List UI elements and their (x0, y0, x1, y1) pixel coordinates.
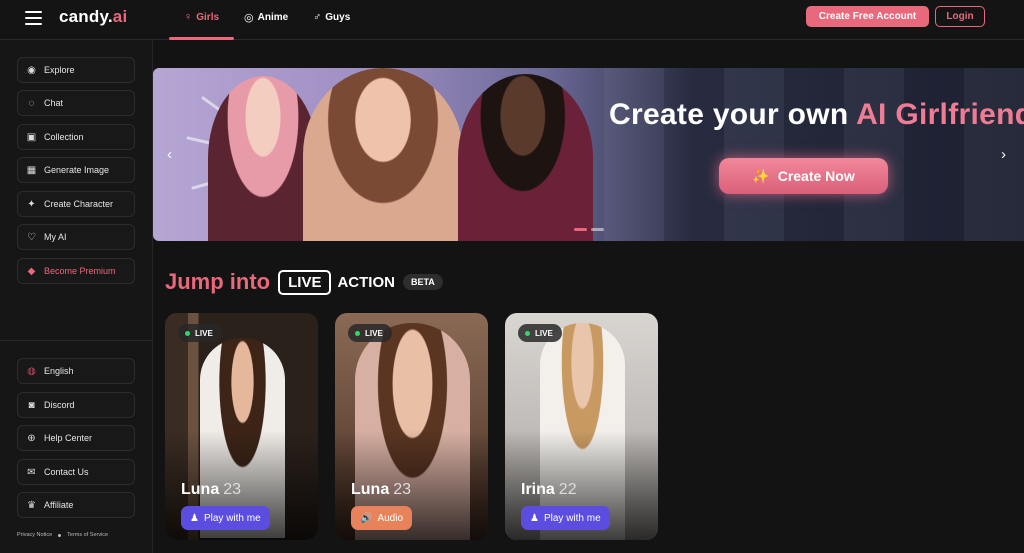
live-badge: LIVE (348, 324, 392, 342)
banner-model-right (458, 74, 593, 241)
card-name: Irina 22 (521, 481, 577, 498)
create-account-button[interactable]: Create Free Account (806, 6, 929, 27)
diamond-icon: ◆ (27, 265, 36, 277)
sidebar: ◉ Explore ◌ Chat ▣ Collection ▦ Generate Ima… (0, 40, 153, 553)
speaker-icon: 🔊 (360, 512, 373, 524)
discord-icon: ◙ (28, 399, 35, 411)
active-tab-indicator (169, 37, 234, 40)
live-badge: LIVE (178, 324, 222, 342)
live-badge: LIVE (518, 324, 562, 342)
privacy-link[interactable]: Privacy Notice (17, 532, 52, 538)
card-name: Luna 23 (351, 481, 412, 498)
play-icon: ♟ (530, 512, 539, 524)
banner-title: Create your own AI Girlfriend (609, 98, 1024, 131)
live-label: LIVE (278, 269, 332, 295)
pagination-dot[interactable] (574, 228, 587, 231)
live-card[interactable]: LIVE Luna 23 🔊 Audio (335, 313, 488, 540)
anime-icon: ◎ (244, 12, 254, 24)
play-with-me-button[interactable]: ♟ Play with me (181, 506, 270, 530)
sidebar-item-discord[interactable]: ◙ Discord (17, 392, 135, 418)
tab-girls[interactable]: ♀ Girls (184, 11, 219, 23)
live-dot-icon (185, 330, 190, 336)
tab-guys[interactable]: ♂ Guys (313, 11, 350, 23)
sidebar-item-collection[interactable]: ▣ Collection (17, 124, 135, 150)
sparkle-icon: ✦ (27, 198, 36, 210)
help-icon: ⊕ (27, 432, 36, 444)
card-name: Luna 23 (181, 481, 242, 498)
top-header: candy.ai ♀ Girls ◎ Anime ♂ Guys Create F… (0, 0, 1024, 40)
hero-banner[interactable]: Create your own AI Girlfriend ✨ Create N… (153, 68, 1024, 241)
sidebar-item-become-premium[interactable]: ◆ Become Premium (17, 258, 135, 284)
legal-links: Privacy Notice Terms of Service (17, 532, 108, 538)
live-dot-icon (355, 330, 360, 336)
trophy-icon: ♛ (27, 499, 36, 511)
live-section-heading: Jump into LIVE ACTION BETA (165, 269, 443, 295)
logo[interactable]: candy.ai (59, 7, 127, 27)
magic-wand-icon: ✨ (752, 167, 770, 184)
separator-dot (58, 533, 62, 537)
live-dot-icon (525, 330, 530, 336)
chat-icon: ◌ (28, 97, 35, 109)
sidebar-item-help-center[interactable]: ⊕ Help Center (17, 425, 135, 451)
play-with-me-button[interactable]: ♟ Play with me (521, 506, 610, 530)
banner-pagination (574, 228, 604, 231)
sidebar-item-chat[interactable]: ◌ Chat (17, 90, 135, 116)
collection-icon: ▣ (26, 131, 37, 143)
action-label: ACTION (337, 273, 395, 291)
us-flag-icon: ◍ (27, 365, 36, 377)
sidebar-item-english[interactable]: ◍ English (17, 358, 135, 384)
live-card[interactable]: LIVE Irina 22 ♟ Play with me (505, 313, 658, 540)
banner-model-center (303, 68, 463, 241)
sidebar-divider (0, 340, 153, 341)
tab-anime[interactable]: ◎ Anime (244, 11, 288, 24)
heart-icon: ♡ (27, 231, 36, 243)
banner-next-arrow[interactable]: › (1001, 146, 1006, 163)
sidebar-item-explore[interactable]: ◉ Explore (17, 57, 135, 83)
female-icon: ♀ (184, 11, 193, 23)
male-icon: ♂ (313, 11, 322, 23)
login-button[interactable]: Login (935, 6, 985, 27)
contact-icon: ✉ (27, 466, 36, 478)
sidebar-item-affiliate[interactable]: ♛ Affiliate (17, 492, 135, 518)
terms-link[interactable]: Terms of Service (67, 532, 108, 538)
banner-background (604, 68, 1024, 241)
banner-prev-arrow[interactable]: ‹ (167, 146, 172, 163)
sidebar-item-generate-image[interactable]: ▦ Generate Image (17, 157, 135, 183)
pagination-dot[interactable] (591, 228, 604, 231)
beta-badge: BETA (402, 274, 443, 290)
sidebar-item-contact-us[interactable]: ✉ Contact Us (17, 459, 135, 485)
image-icon: ▦ (26, 164, 37, 176)
menu-icon[interactable] (25, 11, 42, 25)
sidebar-item-create-character[interactable]: ✦ Create Character (17, 191, 135, 217)
sidebar-item-my-ai[interactable]: ♡ My AI (17, 224, 135, 250)
play-icon: ♟ (190, 512, 199, 524)
live-card[interactable]: LIVE Luna 23 ♟ Play with me (165, 313, 318, 540)
banner-model-left (208, 76, 318, 241)
audio-button[interactable]: 🔊 Audio (351, 506, 413, 530)
create-now-button[interactable]: ✨ Create Now (719, 158, 888, 194)
compass-icon: ◉ (27, 64, 36, 76)
